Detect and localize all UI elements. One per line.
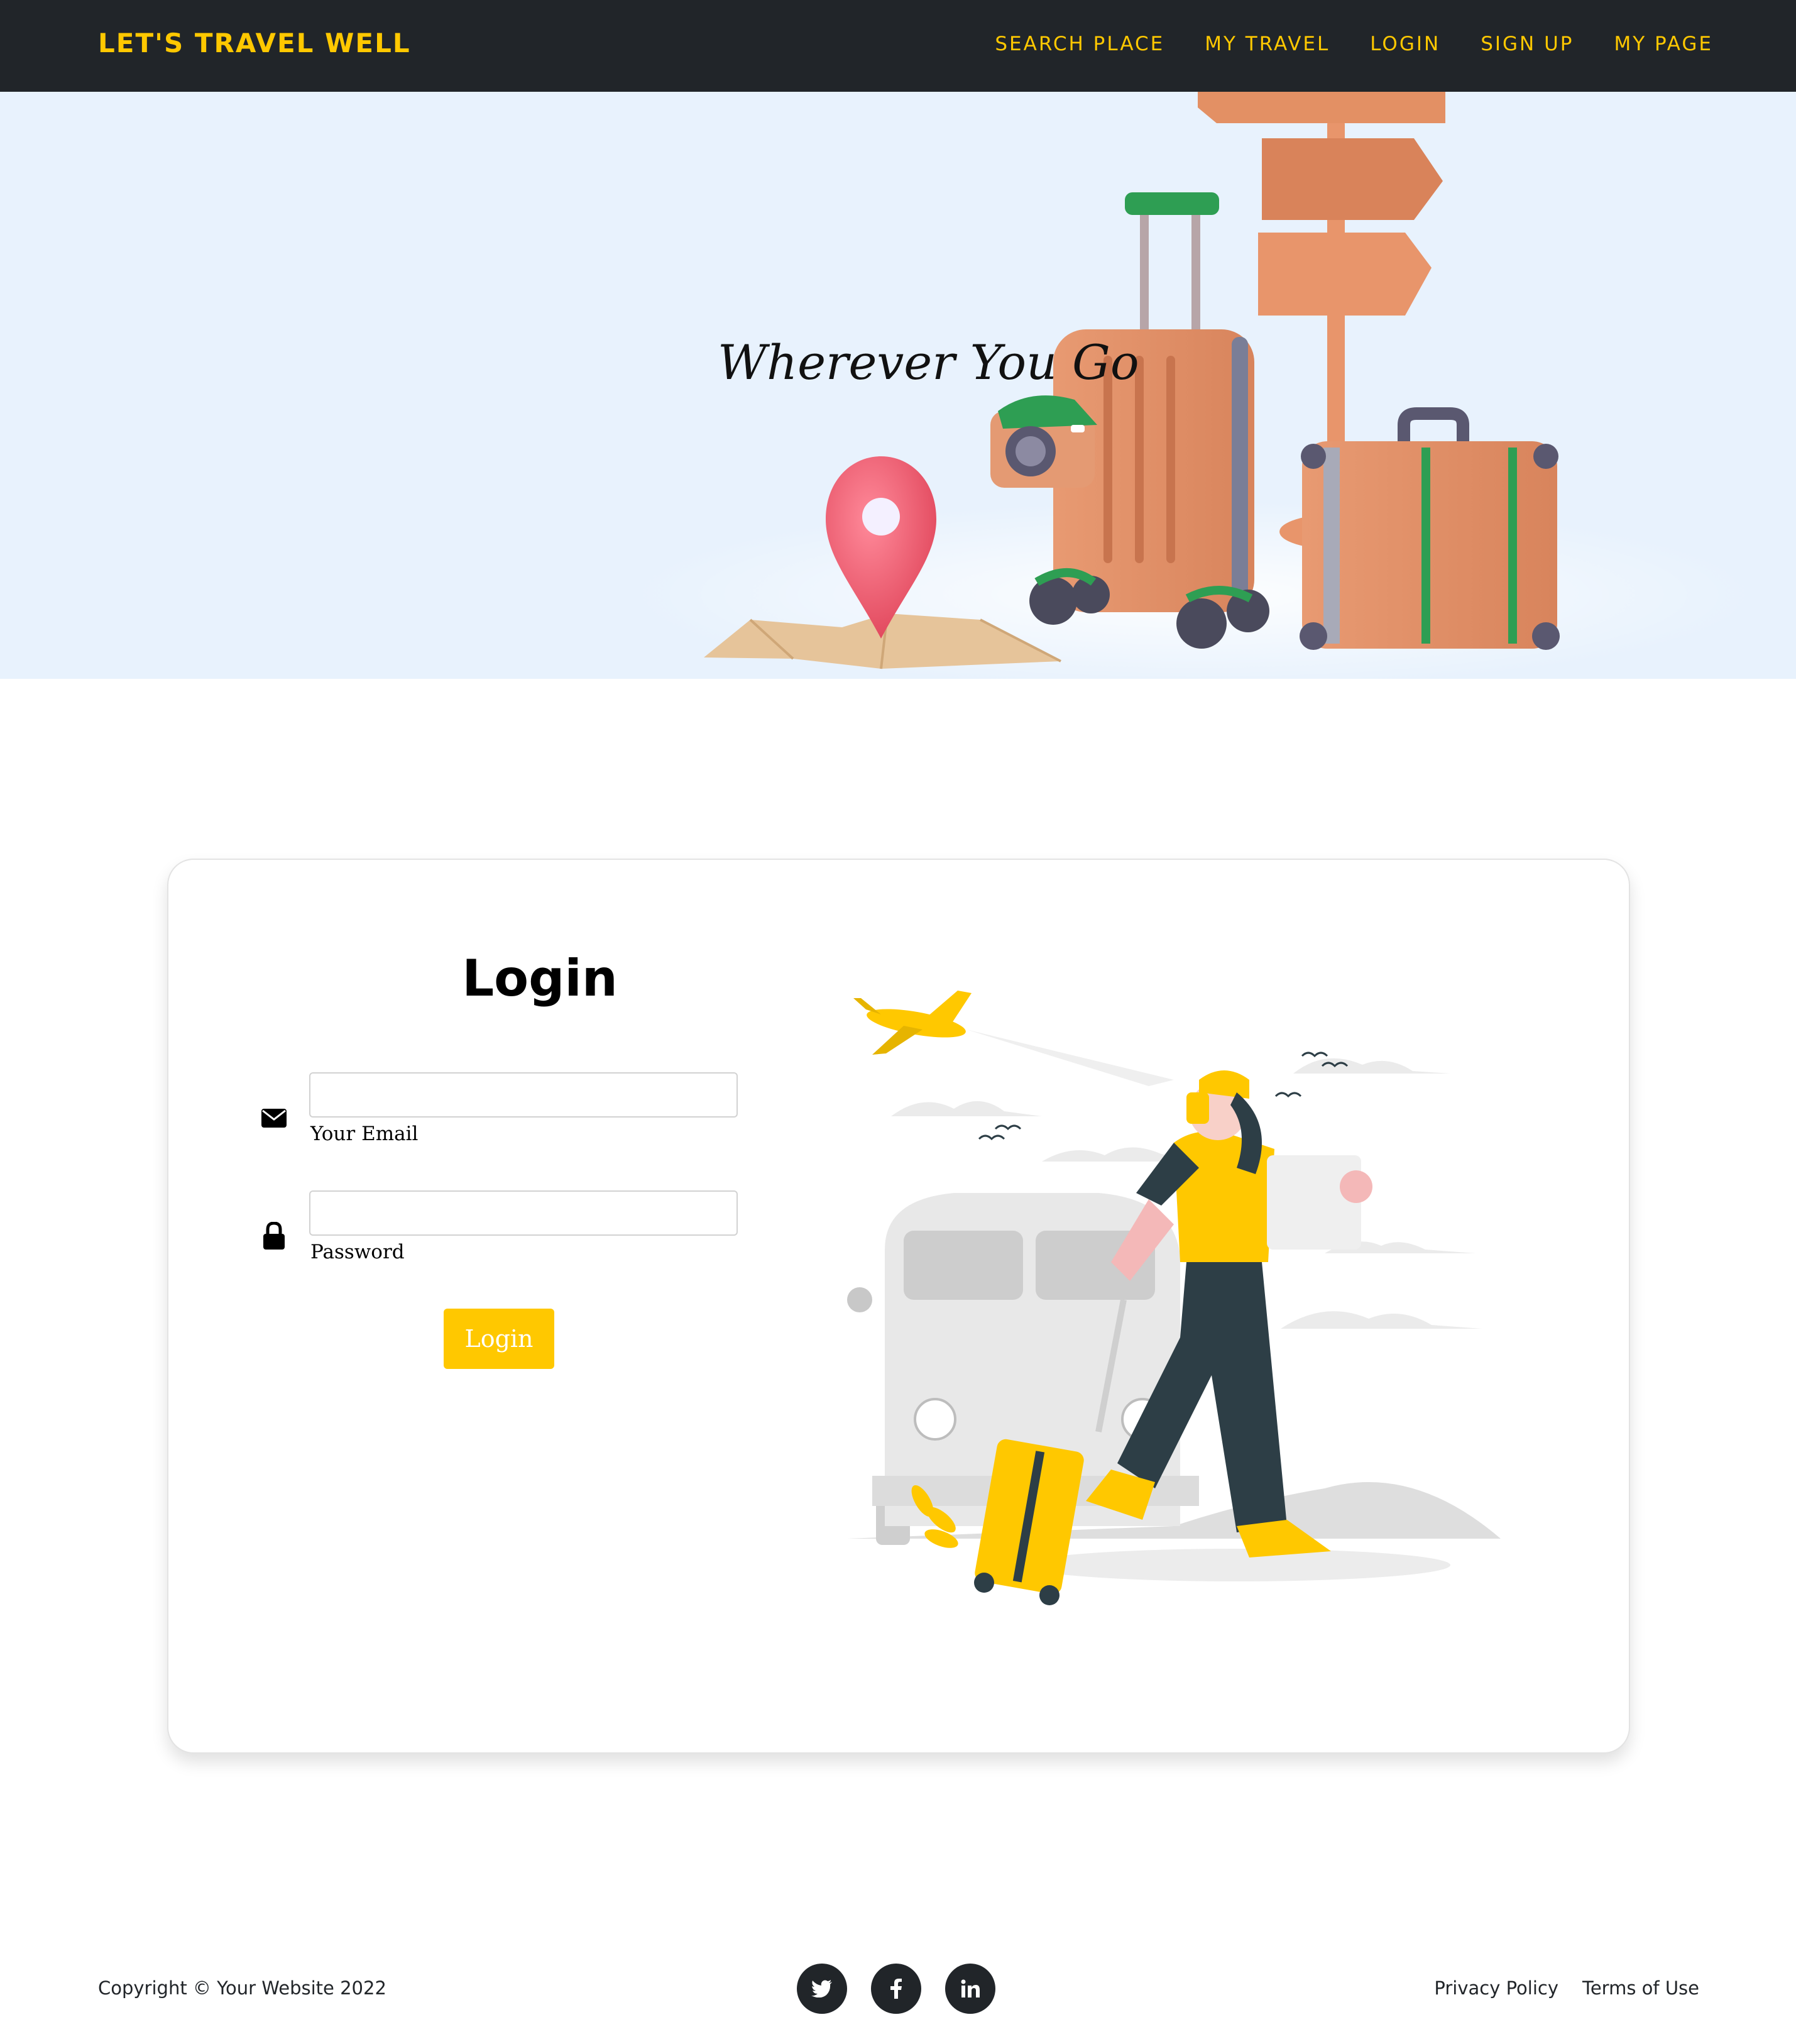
nav-link-my-travel[interactable]: MY TRAVEL [1205, 33, 1330, 55]
nav-link-my-page[interactable]: MY PAGE [1614, 33, 1713, 55]
lock-icon [263, 1222, 285, 1250]
login-title: Login [462, 949, 618, 1008]
facebook-icon [890, 1979, 902, 1999]
twitter-icon [811, 1980, 832, 1997]
privacy-policy-link[interactable]: Privacy Policy [1434, 1977, 1558, 1999]
airplane [853, 991, 1174, 1086]
hero-banner: Wherever You Go [0, 92, 1796, 679]
nav-link-sign-up[interactable]: SIGN UP [1481, 33, 1574, 55]
password-label: Password [310, 1241, 405, 1263]
traveler-illustration [847, 991, 1501, 1605]
birds [978, 1052, 1349, 1141]
email-label: Your Email [310, 1123, 419, 1145]
small-suitcase [1300, 407, 1560, 650]
password-field[interactable] [309, 1190, 738, 1236]
twitter-button[interactable] [797, 1964, 847, 2014]
camera [990, 395, 1097, 488]
email-field[interactable] [309, 1072, 738, 1118]
brand-logo[interactable]: LET'S TRAVEL WELL [98, 28, 411, 58]
login-card: Login Your Email Password Login [167, 859, 1630, 1754]
nav-link-search-place[interactable]: SEARCH PLACE [995, 33, 1164, 55]
facebook-button[interactable] [871, 1964, 921, 2014]
copyright-text: Copyright © Your Website 2022 [98, 1977, 386, 1999]
navbar: LET'S TRAVEL WELL SEARCH PLACE MY TRAVEL… [0, 0, 1796, 93]
nav-link-login[interactable]: LOGIN [1370, 33, 1440, 55]
envelope-icon [261, 1109, 287, 1128]
linkedin-icon [961, 1979, 980, 1997]
login-button[interactable]: Login [444, 1309, 554, 1369]
footer-links: Privacy Policy Terms of Use [1434, 1977, 1699, 1999]
social-links [797, 1964, 995, 2014]
hero-title: Wherever You Go [718, 334, 1139, 390]
terms-of-use-link[interactable]: Terms of Use [1582, 1977, 1699, 1999]
nav-links: SEARCH PLACE MY TRAVEL LOGIN SIGN UP MY … [995, 33, 1713, 55]
linkedin-button[interactable] [945, 1964, 995, 2014]
